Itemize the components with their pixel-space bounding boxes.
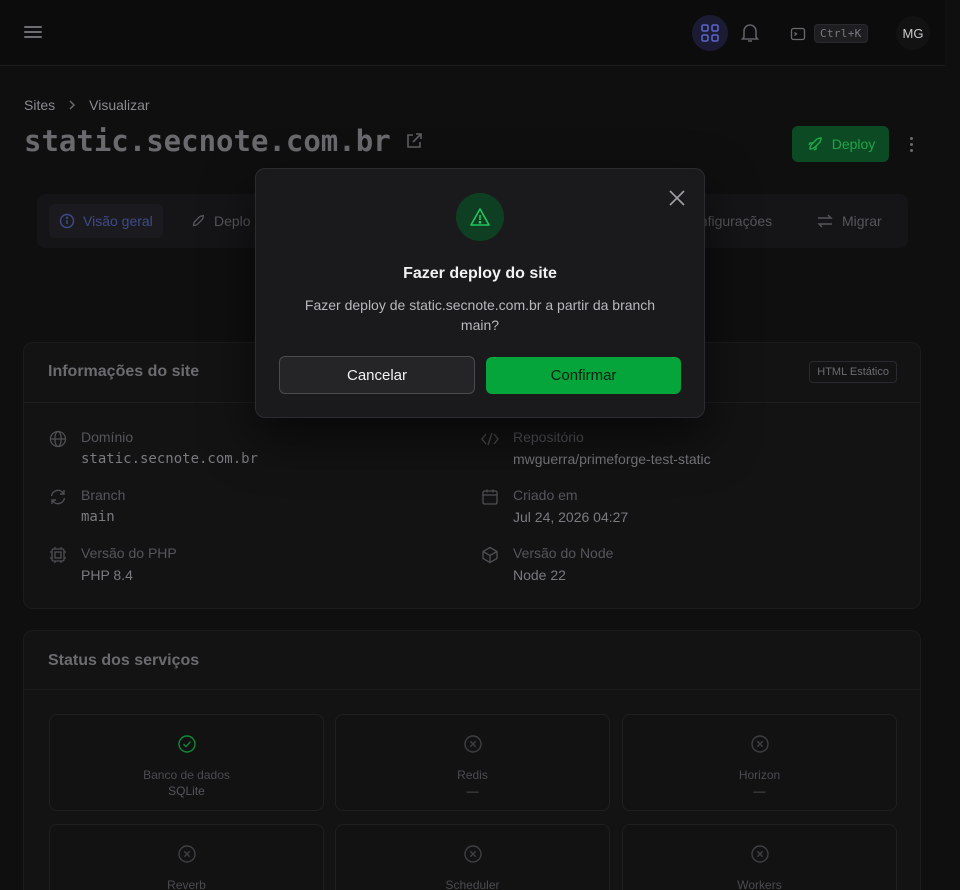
tab-overview[interactable]: Visão geral: [49, 204, 163, 238]
menu-icon[interactable]: [22, 22, 46, 42]
service-detail: —: [753, 784, 766, 798]
tab-label: Deplo: [214, 213, 251, 229]
calendar-icon: [482, 489, 498, 505]
chip-icon: [50, 547, 66, 563]
dialog-title: Fazer deploy do site: [403, 265, 557, 282]
service-name: Redis: [457, 768, 488, 782]
x-circle-icon: [464, 735, 482, 753]
service-workers: Workers: [622, 824, 897, 890]
x-circle-icon: [464, 845, 482, 863]
external-link-icon[interactable]: [405, 132, 423, 150]
service-name: Workers: [737, 878, 782, 890]
service-redis: Redis —: [335, 714, 610, 811]
globe-icon: [49, 430, 67, 448]
breadcrumb-current: Visualizar: [89, 97, 150, 113]
info-value: mwguerra/primeforge-test-static: [513, 451, 711, 467]
service-scheduler: Scheduler: [335, 824, 610, 890]
info-repository: Repositório mwguerra/primeforge-test-sta…: [481, 429, 881, 469]
avatar[interactable]: MG: [896, 16, 930, 50]
warning-badge: [456, 193, 504, 241]
close-icon[interactable]: [666, 187, 688, 209]
cancel-button[interactable]: Cancelar: [279, 356, 475, 394]
info-domain: Domínio static.secnote.com.br: [49, 429, 429, 469]
services-card: Status dos serviços Banco de dados SQLit…: [23, 630, 921, 890]
info-label: Branch: [81, 487, 126, 503]
service-name: Horizon: [738, 768, 781, 782]
tab-deploys[interactable]: Deplo: [180, 204, 261, 238]
terminal-icon: [790, 27, 806, 40]
cube-icon: [482, 546, 498, 564]
shortcut-hint: Ctrl+K: [814, 24, 868, 43]
page-title-row: static.secnote.com.br: [24, 124, 423, 158]
info-value: Jul 24, 2026 04:27: [513, 509, 629, 525]
deploy-button[interactable]: Deploy: [792, 126, 889, 162]
service-reverb: Reverb: [49, 824, 324, 890]
arrows-icon: [817, 214, 833, 228]
info-created: Criado em Jul 24, 2026 04:27: [481, 487, 881, 527]
command-palette-button[interactable]: Ctrl+K: [790, 24, 868, 43]
info-label: Repositório: [513, 429, 584, 445]
x-circle-icon: [751, 845, 769, 863]
info-label: Domínio: [81, 429, 134, 445]
info-branch: Branch main: [49, 487, 429, 527]
service-name: Banco de dados: [143, 768, 230, 782]
code-icon: [481, 432, 499, 446]
tab-label: Migrar: [842, 213, 882, 229]
tab-migrate[interactable]: Migrar: [806, 204, 892, 238]
top-bar: Ctrl+K MG: [0, 0, 945, 66]
info-node: Versão do Node Node 22: [481, 545, 881, 585]
info-label: Criado em: [513, 487, 578, 503]
service-horizon: Horizon —: [622, 714, 897, 811]
x-circle-icon: [178, 845, 196, 863]
bell-icon[interactable]: [738, 20, 762, 44]
info-value: PHP 8.4: [81, 567, 133, 583]
service-detail: —: [466, 784, 479, 798]
service-database: Banco de dados SQLite: [49, 714, 324, 811]
apps-icon[interactable]: [692, 15, 728, 51]
divider: [24, 689, 920, 690]
info-value: static.secnote.com.br: [81, 451, 259, 467]
info-php: Versão do PHP PHP 8.4: [49, 545, 429, 585]
service-name: Reverb: [167, 878, 206, 890]
services-title: Status dos serviços: [48, 652, 200, 669]
info-value: Node 22: [513, 567, 566, 583]
rocket-icon: [808, 137, 822, 151]
info-label: Versão do Node: [513, 545, 614, 561]
site-type-badge: HTML Estático: [809, 361, 897, 383]
deploy-confirm-dialog: Fazer deploy do site Fazer deploy de sta…: [255, 168, 705, 418]
deploy-button-label: Deploy: [831, 136, 876, 152]
page-title: static.secnote.com.br: [24, 124, 391, 158]
breadcrumb-sites[interactable]: Sites: [24, 97, 55, 113]
info-label: Versão do PHP: [81, 545, 177, 561]
confirm-button[interactable]: Confirmar: [486, 357, 681, 394]
chevron-right-icon: [69, 100, 76, 110]
tab-label: Visão geral: [83, 213, 153, 229]
service-detail: SQLite: [168, 784, 205, 798]
info-value: main: [81, 509, 115, 525]
dialog-message: Fazer deploy de static.secnote.com.br a …: [304, 297, 656, 333]
check-circle-icon: [178, 735, 196, 753]
site-info-title: Informações do site: [48, 363, 200, 380]
breadcrumb: Sites Visualizar: [24, 97, 150, 113]
service-name: Scheduler: [445, 878, 500, 890]
x-circle-icon: [751, 735, 769, 753]
warning-icon: [470, 208, 490, 226]
more-options-icon[interactable]: [902, 134, 920, 154]
info-icon: [59, 213, 75, 229]
rocket-icon: [192, 214, 205, 227]
refresh-icon: [50, 489, 66, 505]
